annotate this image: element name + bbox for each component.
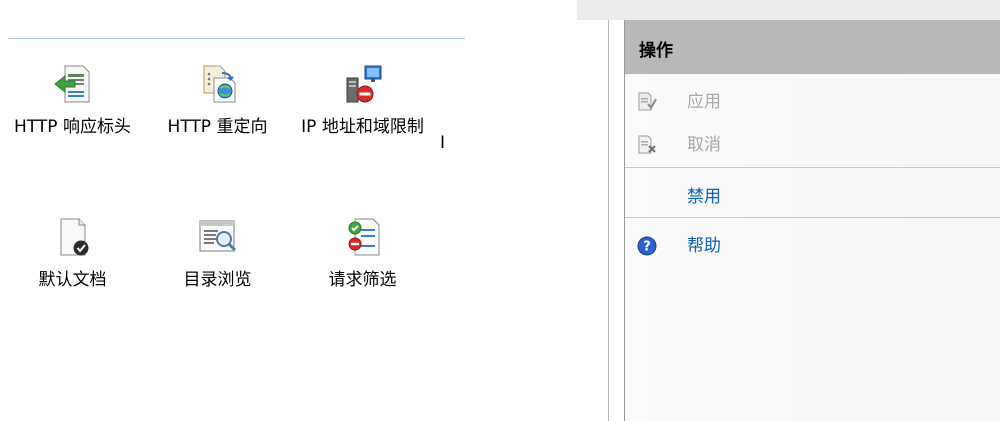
actions-panel: 操作 应用 取消 禁用 ? 帮助 bbox=[624, 20, 1000, 421]
default-document-icon bbox=[60, 218, 88, 256]
feature-label: HTTP 响应标头 bbox=[14, 117, 131, 137]
actions-separator bbox=[625, 217, 1000, 218]
feature-label: HTTP 重定向 bbox=[167, 117, 268, 137]
action-label: 帮助 bbox=[687, 236, 721, 256]
feature-label: 请求筛选 bbox=[328, 270, 397, 290]
help-icon: ? bbox=[637, 236, 657, 256]
group-separator bbox=[8, 38, 465, 39]
actions-top-strip bbox=[577, 0, 1000, 20]
action-label: 应用 bbox=[687, 92, 721, 112]
actions-pane: 操作 应用 取消 禁用 ? 帮助 bbox=[577, 0, 1000, 421]
action-help[interactable]: ? 帮助 bbox=[625, 234, 1000, 258]
action-label: 禁用 bbox=[687, 187, 721, 207]
features-pane: HTTP 响应标头 HTTP 重定向 IP 地址和域限制 I 默认文档 目录浏览… bbox=[0, 0, 480, 421]
action-apply[interactable]: 应用 bbox=[625, 90, 1000, 114]
feature-label-partial: I bbox=[440, 133, 446, 153]
feature-label: 默认文档 bbox=[38, 270, 107, 290]
directory-browsing-icon bbox=[199, 220, 236, 252]
feature-http-redirect[interactable]: HTTP 重定向 bbox=[145, 64, 290, 140]
feature-default-document[interactable]: 默认文档 bbox=[0, 217, 145, 293]
feature-label: IP 地址和域限制 bbox=[301, 117, 424, 137]
ip-domain-restrictions-icon bbox=[346, 65, 381, 103]
feature-request-filtering[interactable]: 请求筛选 bbox=[290, 217, 435, 293]
action-label: 取消 bbox=[687, 135, 721, 155]
cancel-icon bbox=[638, 135, 656, 154]
svg-text:?: ? bbox=[643, 240, 651, 255]
pane-divider[interactable] bbox=[608, 20, 609, 421]
http-redirect-icon bbox=[203, 65, 235, 103]
http-response-headers-icon bbox=[53, 65, 89, 103]
feature-label: 目录浏览 bbox=[183, 270, 252, 290]
feature-directory-browsing[interactable]: 目录浏览 bbox=[145, 217, 290, 293]
apply-icon bbox=[638, 92, 657, 111]
feature-ip-domain-restrictions[interactable]: IP 地址和域限制 bbox=[290, 64, 435, 140]
feature-http-response-headers[interactable]: HTTP 响应标头 bbox=[0, 64, 145, 140]
actions-separator bbox=[625, 167, 1000, 168]
action-disable[interactable]: 禁用 bbox=[625, 185, 1000, 209]
request-filtering-icon bbox=[348, 218, 379, 256]
actions-title: 操作 bbox=[639, 41, 673, 61]
feature-partial[interactable]: I bbox=[440, 64, 480, 156]
actions-header: 操作 bbox=[625, 20, 1000, 74]
action-cancel[interactable]: 取消 bbox=[625, 133, 1000, 157]
